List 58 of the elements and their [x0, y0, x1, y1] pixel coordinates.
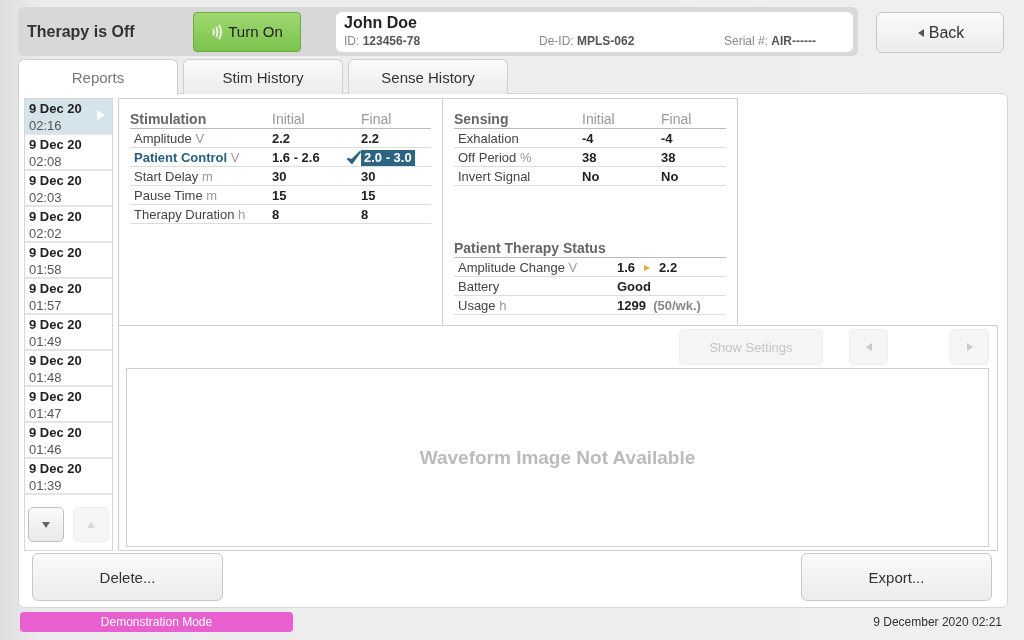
mode-badge: Demonstration Mode	[20, 612, 293, 632]
row-label: Amplitude V	[130, 129, 272, 148]
column-header: Initial	[272, 111, 361, 129]
row-label: Pause Time m	[130, 186, 272, 205]
row-label: Start Delay m	[130, 167, 272, 186]
down-arrow-icon	[41, 519, 51, 530]
table-cell: 15	[361, 187, 376, 204]
patient-id: ID: 123456-78	[344, 33, 422, 48]
table-cell: 15	[272, 186, 361, 205]
waveform-message: Waveform Image Not Available	[419, 446, 696, 469]
from-value: 1.6	[617, 259, 636, 276]
section-title: Sensing	[454, 111, 582, 129]
row-label: Patient Control V	[130, 148, 272, 167]
table-cell: 38	[661, 149, 676, 166]
row-label: Amplitude Change V	[454, 258, 617, 277]
de-id: De-ID: MPLS-062	[539, 33, 636, 48]
table-cell: -4	[582, 129, 661, 148]
table-cell: No	[582, 167, 661, 186]
export-button[interactable]: Export...	[801, 553, 992, 601]
table-cell: 30	[361, 168, 376, 185]
arrow-icon	[643, 263, 652, 272]
column-header: Final	[361, 111, 431, 129]
row-label: Therapy Duration h	[130, 205, 272, 224]
table-cell: 8	[272, 205, 361, 224]
to-value: 2.2	[659, 259, 678, 276]
report-item[interactable]: 9 Dec 20 02:16	[25, 99, 112, 135]
column-header: Initial	[582, 111, 661, 129]
therapy-status: Therapy is Off	[27, 22, 136, 41]
table-cell: No	[661, 168, 679, 185]
row-label: Invert Signal	[454, 167, 582, 186]
tab[interactable]: Sense History	[348, 59, 508, 94]
row-label: Exhalation	[454, 129, 582, 148]
row-label: Off Period %	[454, 148, 582, 167]
table-cell: 2.2	[272, 129, 361, 148]
scroll-down-button[interactable]	[28, 507, 64, 542]
right-arrow-icon	[964, 342, 975, 352]
table-cell: 1299 (50/wk.)	[617, 296, 726, 315]
delete-button[interactable]: Delete...	[32, 553, 223, 601]
table-cell: 2.2	[361, 130, 380, 147]
section-title: Stimulation	[130, 111, 272, 129]
back-button[interactable]: Back	[876, 12, 1004, 53]
section-title: Patient Therapy Status	[454, 240, 726, 258]
table-cell: 8	[361, 206, 369, 223]
tab[interactable]: Stim History	[183, 59, 343, 94]
serial-number: Serial #: AIR------	[724, 33, 816, 48]
turn-on-button[interactable]: Turn On	[193, 11, 301, 52]
table-cell: 38	[582, 148, 661, 167]
patient-name: John Doe	[344, 13, 418, 32]
row-label: Usage h	[454, 296, 617, 315]
date-time: 9 December 2020 02:21	[873, 615, 1002, 629]
table-cell: Good	[617, 277, 726, 296]
table-cell: 30	[272, 167, 361, 186]
row-label: Battery	[454, 277, 617, 296]
column-header: Final	[661, 111, 726, 129]
triangle-icon	[96, 109, 106, 121]
table-cell: -4	[661, 130, 673, 147]
tab[interactable]: Reports	[18, 59, 178, 95]
signal-waves-icon	[211, 23, 224, 40]
